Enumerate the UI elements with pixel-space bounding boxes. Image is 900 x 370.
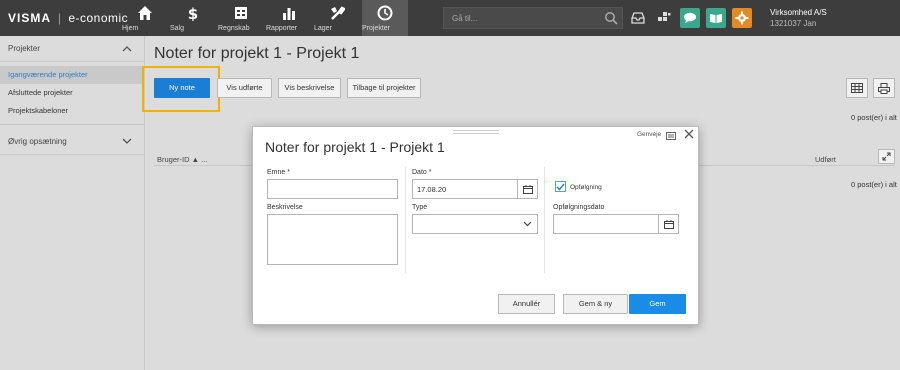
expand-icon — [882, 152, 891, 161]
sidebar-section-oevrig[interactable]: Øvrig opsætning — [0, 129, 144, 154]
column-header-user-id[interactable]: Bruger-ID ▲ ... — [157, 155, 207, 164]
cancel-button[interactable]: Annullér — [498, 294, 555, 314]
followup-checkbox[interactable] — [555, 181, 566, 192]
nav-rapporter[interactable]: Rapporter — [266, 0, 312, 36]
save-and-new-button[interactable]: Gem & ny — [563, 294, 628, 314]
company-number: 1321037 Jan — [770, 19, 817, 28]
table-icon — [851, 83, 863, 93]
top-bar: VISMA | e-conomic Hjem $ Salg Regnskab R… — [0, 0, 900, 36]
nav-label: Hjem — [122, 25, 139, 32]
show-done-button[interactable]: Vis udførte — [217, 78, 272, 98]
nav-projekter[interactable]: Projekter — [362, 0, 408, 36]
shortcuts-link[interactable]: Genveje — [637, 131, 661, 138]
subject-label: Emne * — [267, 169, 290, 176]
description-textarea[interactable] — [267, 214, 398, 265]
sidebar-section-projekter[interactable]: Projekter — [0, 36, 144, 61]
chevron-down-icon — [122, 129, 132, 164]
table-view-button[interactable] — [846, 78, 868, 98]
divider — [405, 167, 406, 273]
new-note-dialog: Noter for projekt 1 - Projekt 1 Genveje … — [252, 126, 699, 325]
sidebar-item-afsluttede[interactable]: Afsluttede projekter — [0, 84, 144, 102]
followup-label[interactable]: Opfølgning — [570, 184, 602, 191]
print-button[interactable] — [873, 78, 895, 98]
search-box — [443, 7, 623, 29]
book-icon[interactable] — [706, 8, 726, 28]
followup-date-input[interactable] — [554, 215, 658, 233]
nav-lager[interactable]: Lager — [314, 0, 360, 36]
type-select[interactable] — [412, 214, 538, 234]
subject-input[interactable] — [267, 179, 398, 199]
search-input[interactable] — [444, 8, 594, 28]
home-icon — [122, 5, 168, 25]
date-field — [412, 179, 538, 199]
printer-icon — [878, 82, 890, 94]
clock-icon — [362, 5, 408, 25]
show-description-button[interactable]: Vis beskrivelse — [278, 78, 341, 98]
sidebar-section-title: Projekter — [8, 44, 41, 53]
dialog-title: Noter for projekt 1 - Projekt 1 — [265, 139, 445, 155]
back-to-projects-button[interactable]: Tilbage til projekter — [347, 78, 421, 98]
date-input[interactable] — [413, 180, 517, 198]
chat-icon[interactable] — [680, 8, 700, 28]
chevron-down-icon — [523, 220, 532, 230]
divider — [544, 167, 545, 273]
drag-handle[interactable] — [453, 130, 499, 134]
ledger-icon — [218, 5, 264, 25]
nav-hjem[interactable]: Hjem — [122, 0, 168, 36]
logo-product: e-conomic — [68, 11, 129, 25]
expand-button[interactable] — [878, 149, 895, 164]
column-header-done[interactable]: Udført — [815, 155, 836, 164]
description-label: Beskrivelse — [267, 204, 303, 211]
nav-label: Lager — [314, 25, 332, 32]
app-logo[interactable]: VISMA | e-conomic — [8, 11, 128, 25]
chevron-up-icon — [122, 36, 132, 71]
date-label: Dato * — [412, 169, 432, 176]
company-info[interactable]: Virksomhed A/S 1321037 Jan — [770, 7, 827, 29]
close-icon[interactable] — [684, 129, 694, 142]
nav-regnskab[interactable]: Regnskab — [218, 0, 264, 36]
checkmark-icon — [556, 183, 565, 191]
apps-grid-icon[interactable] — [654, 8, 674, 28]
search-icon[interactable] — [604, 11, 618, 27]
type-label: Type — [412, 204, 428, 211]
nav-label: Salg — [170, 25, 185, 32]
save-button[interactable]: Gem — [629, 294, 686, 314]
nav-label: Projekter — [362, 25, 391, 32]
logo-separator: | — [57, 11, 62, 25]
record-count: 0 post(er) i alt — [851, 113, 897, 122]
followup-date-field — [553, 214, 679, 234]
logo-brand: VISMA — [8, 11, 52, 25]
svg-text:$: $ — [188, 5, 198, 21]
page-title: Noter for projekt 1 - Projekt 1 — [154, 45, 360, 62]
keyboard-icon[interactable] — [666, 132, 676, 142]
followup-date-label: Opfølgningsdato — [553, 204, 605, 211]
divider — [0, 124, 144, 125]
nav-label: Regnskab — [218, 25, 250, 32]
nav-salg[interactable]: $ Salg — [170, 0, 216, 36]
calendar-icon[interactable] — [658, 215, 678, 233]
nav-label: Rapporter — [266, 25, 298, 32]
gear-icon[interactable] — [732, 8, 752, 28]
bar-chart-icon — [266, 5, 312, 25]
inbox-icon[interactable] — [628, 8, 648, 28]
dollar-icon: $ — [170, 5, 216, 25]
record-count: 0 post(er) i alt — [851, 180, 897, 189]
wrench-icon — [314, 5, 360, 25]
sidebar-item-skabeloner[interactable]: Projektskabeloner — [0, 102, 144, 120]
calendar-icon[interactable] — [517, 180, 537, 198]
sidebar-section-title: Øvrig opsætning — [8, 137, 67, 146]
new-note-button[interactable]: Ny note — [154, 78, 210, 98]
company-name: Virksomhed A/S — [770, 8, 827, 17]
sidebar: Projekter Igangværende projekter Afslutt… — [0, 36, 145, 370]
